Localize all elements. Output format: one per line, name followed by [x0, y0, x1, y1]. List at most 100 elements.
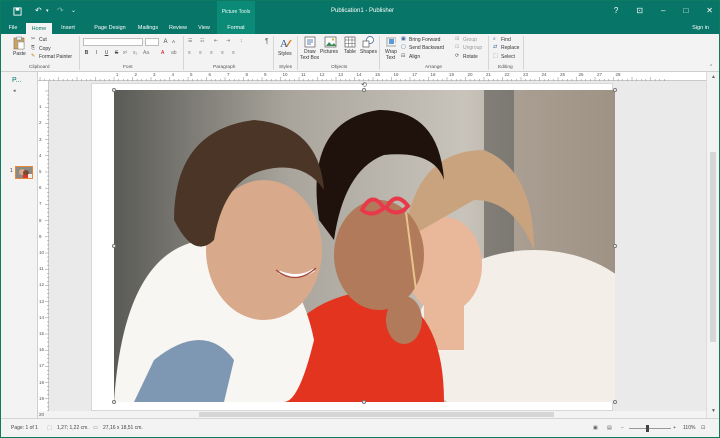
horizontal-scrollbar[interactable] [49, 411, 706, 418]
align-icon[interactable]: ⊟ [401, 53, 405, 59]
table-icon[interactable] [344, 36, 356, 50]
tab-page-design[interactable]: Page Design [89, 23, 131, 34]
scroll-up-icon[interactable]: ▲ [711, 74, 716, 80]
distribute-icon[interactable]: ≡ [232, 50, 235, 56]
underline-button[interactable]: U [103, 50, 110, 56]
panel-title[interactable]: P... [12, 77, 22, 84]
send-backward-icon[interactable]: ▢ [401, 44, 406, 50]
undo-icon[interactable]: ↶ [35, 6, 42, 15]
fit-page-icon[interactable]: ⊡ [701, 425, 705, 431]
ungroup-icon[interactable]: ⊡ [455, 44, 459, 50]
styles-icon[interactable]: A [279, 36, 292, 51]
find-icon[interactable]: ⌕ [493, 36, 496, 42]
help-button[interactable]: ? [614, 6, 618, 15]
customize-qat-icon[interactable]: ⌄ [71, 7, 76, 14]
tab-insert[interactable]: Insert [55, 23, 81, 34]
replace-button[interactable]: Replace [501, 45, 519, 51]
rotate-button[interactable]: Rotate [463, 54, 478, 60]
cut-icon[interactable]: ✂ [31, 36, 35, 42]
copy-button[interactable]: Copy [39, 46, 51, 52]
undo-dropdown-icon[interactable]: ▾ [46, 8, 49, 14]
tab-view[interactable]: View [193, 23, 215, 34]
selected-picture[interactable] [114, 90, 615, 402]
align-left-icon[interactable]: ≡ [188, 50, 191, 56]
bullets-icon[interactable]: ☰ [188, 38, 192, 44]
rotate-handle-icon[interactable]: ⟲ [361, 81, 367, 89]
align-button[interactable]: Align [409, 54, 420, 60]
superscript-icon[interactable]: x² [123, 50, 127, 56]
increase-indent-icon[interactable]: ⇥ [226, 38, 230, 44]
sign-in-link[interactable]: Sign in [692, 23, 709, 34]
paste-icon[interactable] [13, 36, 25, 52]
wrap-label-2[interactable]: Text [386, 55, 395, 61]
resize-handle-top-right[interactable] [613, 88, 617, 92]
strikethrough-button[interactable]: S [113, 50, 120, 56]
pictures-icon[interactable] [324, 36, 337, 50]
select-button[interactable]: Select [501, 54, 515, 60]
collapse-panel-icon[interactable]: ◂ [13, 88, 16, 94]
redo-icon[interactable]: ↷ [57, 6, 64, 15]
wrap-text-icon[interactable] [385, 36, 397, 50]
resize-handle-right[interactable] [613, 244, 617, 248]
draw-text-box-icon[interactable] [304, 36, 316, 50]
subscript-icon[interactable]: x₂ [133, 50, 137, 56]
italic-button[interactable]: I [93, 50, 100, 56]
clear-formatting-icon[interactable]: Aa [143, 50, 149, 56]
tab-format[interactable]: Format [217, 23, 255, 34]
send-backward-button[interactable]: Send Backward [409, 45, 444, 51]
paste-button[interactable]: Paste [13, 51, 26, 57]
single-page-view-icon[interactable]: ▣ [593, 425, 598, 431]
tab-mailings[interactable]: Mailings [133, 23, 163, 34]
vertical-scroll-thumb[interactable] [710, 152, 716, 342]
group-icon[interactable]: ⊞ [455, 36, 459, 42]
zoom-slider-thumb[interactable] [646, 425, 649, 432]
horizontal-ruler[interactable]: 1 2 3 4 5 6 7 8 9 10 11 12 13 14 15 16 17 18 19 20 21 22 23 24 2… [38, 72, 706, 81]
select-icon[interactable]: ⬚ [493, 53, 498, 59]
resize-handle-bottom-left[interactable] [112, 400, 116, 404]
resize-handle-bottom[interactable] [362, 400, 366, 404]
tab-file[interactable]: File [3, 23, 23, 34]
shrink-font-button[interactable]: A [170, 39, 177, 45]
ribbon-display-options-button[interactable]: ⊡ [636, 6, 643, 15]
horizontal-scroll-thumb[interactable] [199, 412, 554, 417]
zoom-out-icon[interactable]: − [621, 425, 624, 431]
decrease-indent-icon[interactable]: ⇤ [214, 38, 218, 44]
minimize-button[interactable]: – [661, 6, 665, 15]
zoom-in-icon[interactable]: + [673, 425, 676, 431]
copy-icon[interactable]: ⎘ [31, 45, 35, 51]
bring-forward-button[interactable]: Bring Forward [409, 37, 440, 43]
bring-forward-icon[interactable]: ▣ [401, 36, 406, 42]
highlight-icon[interactable]: ab [171, 50, 177, 56]
collapse-ribbon-icon[interactable]: ⌃ [709, 64, 713, 70]
rotate-icon[interactable]: ⟳ [455, 53, 459, 59]
ungroup-button[interactable]: Ungroup [463, 45, 482, 51]
font-name-combobox[interactable] [83, 38, 143, 46]
shapes-button[interactable]: Shapes [360, 49, 377, 55]
replace-icon[interactable]: ⇄ [493, 44, 497, 50]
styles-button[interactable]: Styles [278, 51, 292, 57]
pictures-button[interactable]: Pictures [320, 49, 338, 55]
justify-icon[interactable]: ≡ [221, 50, 224, 56]
page-count-status[interactable]: Page: 1 of 1 [11, 425, 38, 431]
paragraph-mark-icon[interactable]: ¶ [265, 38, 269, 45]
grow-font-button[interactable]: A [162, 39, 169, 45]
zoom-slider[interactable] [629, 428, 671, 429]
table-button[interactable]: Table [344, 49, 356, 55]
align-right-icon[interactable]: ≡ [210, 50, 213, 56]
zoom-level[interactable]: 110% [683, 425, 695, 431]
resize-handle-left[interactable] [112, 244, 116, 248]
format-painter-icon[interactable]: ✎ [31, 53, 35, 59]
two-page-view-icon[interactable]: ▤ [607, 425, 612, 431]
group-button[interactable]: Group [463, 37, 477, 43]
draw-label-2[interactable]: Text Box [300, 55, 319, 61]
align-center-icon[interactable]: ≡ [199, 50, 202, 56]
save-icon[interactable] [13, 7, 22, 18]
vertical-ruler[interactable]: 1 2 3 4 5 6 7 8 9 10 11 12 13 14 15 16 17 18 19 20 [38, 81, 49, 417]
resize-handle-bottom-right[interactable] [613, 400, 617, 404]
maximize-button[interactable]: □ [683, 6, 688, 15]
page-thumbnail[interactable] [15, 166, 33, 179]
bold-button[interactable]: B [83, 50, 90, 56]
vertical-scrollbar[interactable]: ▲ ▼ [706, 72, 719, 418]
scroll-down-icon[interactable]: ▼ [711, 408, 716, 414]
font-color-icon[interactable]: A [161, 50, 164, 56]
